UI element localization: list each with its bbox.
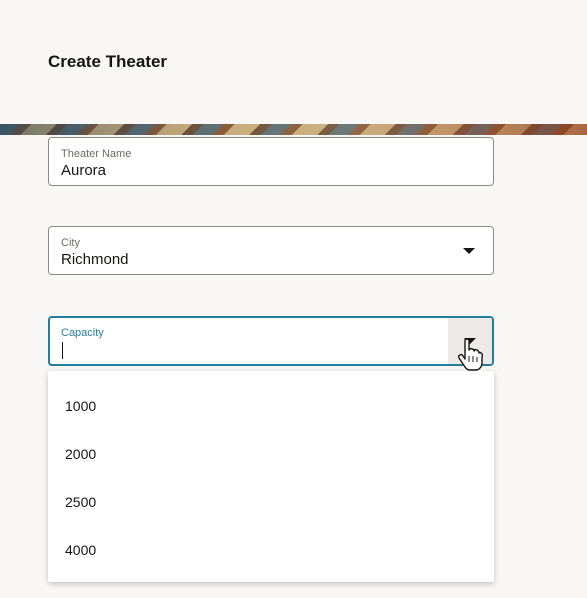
- page-title: Create Theater: [48, 52, 168, 71]
- hand-pointer-icon: [457, 338, 483, 371]
- theater-name-label: Theater Name: [61, 148, 132, 160]
- theater-name-value: Aurora: [61, 162, 107, 179]
- city-label: City: [61, 237, 80, 249]
- option-item[interactable]: 4000: [48, 526, 494, 574]
- decorative-banner: [0, 124, 587, 135]
- theater-name-field[interactable]: Theater Name Aurora: [48, 137, 494, 186]
- city-value: Richmond: [61, 251, 129, 268]
- capacity-label: Capacity: [61, 327, 104, 339]
- page-header: Create Theater: [0, 0, 587, 124]
- capacity-combobox[interactable]: Capacity: [48, 316, 494, 366]
- option-item[interactable]: 1000: [48, 382, 494, 430]
- city-select[interactable]: City Richmond: [48, 226, 494, 275]
- chevron-down-icon[interactable]: [463, 248, 475, 254]
- text-caret: [62, 342, 63, 359]
- option-item[interactable]: 2000: [48, 430, 494, 478]
- option-item[interactable]: 2500: [48, 478, 494, 526]
- capacity-options-listbox: 1000 2000 2500 4000: [48, 371, 494, 582]
